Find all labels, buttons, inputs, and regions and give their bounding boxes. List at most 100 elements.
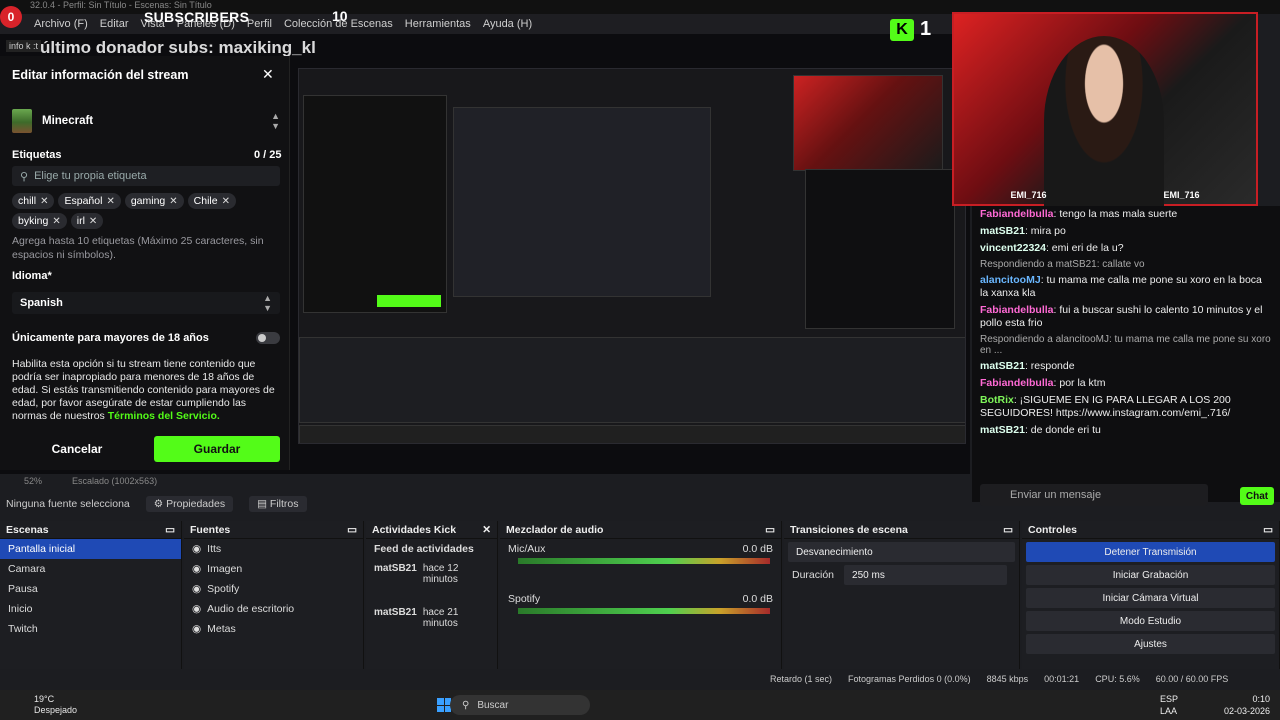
close-icon[interactable]: ✕ xyxy=(482,524,491,536)
clock-time: 0:10 xyxy=(1252,694,1271,704)
scene-item[interactable]: Camara xyxy=(0,559,181,579)
source-item[interactable]: ◉ Imagen xyxy=(184,559,363,579)
chat-username[interactable]: matSB21 xyxy=(980,225,1025,237)
scenes-title: Escenas ▭ xyxy=(0,521,181,539)
chat-username[interactable]: Fabiandelbulla xyxy=(980,208,1054,220)
language-layout: LAA xyxy=(1160,706,1178,716)
language-indicator[interactable]: ESP LAA xyxy=(1160,693,1178,717)
duration-label: Duración xyxy=(792,569,835,581)
adult-toggle[interactable] xyxy=(256,332,280,344)
scene-item[interactable]: Pausa xyxy=(0,579,181,599)
scene-item[interactable]: Pantalla inicial xyxy=(0,539,181,559)
transition-select[interactable]: Desvanecimiento xyxy=(788,542,1015,562)
controls-title-text: Controles xyxy=(1028,524,1078,536)
activity-item: matSB21 hace 12 minutos xyxy=(366,559,497,603)
virtual-camera-button[interactable]: Iniciar Cámara Virtual xyxy=(1026,588,1275,608)
camera-nametags: EMI_716 EMI_716 xyxy=(952,190,1258,204)
weather-widget[interactable]: 19°C Despejado xyxy=(0,694,77,716)
language-code: ESP xyxy=(1160,694,1179,704)
source-item[interactable]: ◉ Metas xyxy=(184,619,363,639)
close-icon[interactable]: ✕ xyxy=(262,66,274,83)
tag-chip[interactable]: Español ✕ xyxy=(58,193,121,209)
tag-text: irl xyxy=(76,215,85,227)
spotify-level-meter xyxy=(518,608,770,614)
eye-icon[interactable]: ◉ xyxy=(192,543,201,555)
weather-text: Despejado xyxy=(34,705,78,715)
chat-username[interactable]: Fabiandelbulla xyxy=(980,377,1054,389)
eye-icon[interactable]: ◉ xyxy=(192,563,201,575)
source-name: Itts xyxy=(207,543,222,555)
nested-taskbar xyxy=(299,425,965,443)
language-select[interactable]: Spanish ▲ ▼ xyxy=(12,292,280,314)
filters-button[interactable]: ▤ Filtros xyxy=(249,496,307,512)
source-item[interactable]: ◉ Spotify xyxy=(184,579,363,599)
scene-item[interactable]: Inicio xyxy=(0,599,181,619)
source-item[interactable]: ◉ Audio de escritorio xyxy=(184,599,363,619)
tag-chip[interactable]: irl ✕ xyxy=(70,213,104,229)
menu-profile[interactable]: Perfil xyxy=(247,18,272,30)
chat-username[interactable]: BotRix xyxy=(980,394,1014,406)
eye-icon[interactable]: ◉ xyxy=(192,623,201,635)
save-button[interactable]: Guardar xyxy=(154,436,280,462)
menu-help[interactable]: Ayuda (H) xyxy=(483,18,532,30)
chat-message: matSB21: responde xyxy=(972,358,1280,375)
language-label: Idioma* xyxy=(12,270,52,282)
activity-title: Actividades Kick ✕ xyxy=(366,521,497,539)
remove-tag-icon[interactable]: ✕ xyxy=(222,196,230,207)
source-name: Spotify xyxy=(207,583,240,595)
remove-tag-icon[interactable]: ✕ xyxy=(89,216,97,227)
preview-status: 52% Escalado (1002x563) xyxy=(0,474,970,488)
dialog-title: Editar información del stream xyxy=(12,68,189,82)
tag-chip[interactable]: gaming ✕ xyxy=(124,193,184,209)
transitions-dock: Transiciones de escena ▭ Desvanecimiento … xyxy=(784,521,1020,669)
tag-chip[interactable]: Chile ✕ xyxy=(187,193,236,209)
channel-name: Mic/Aux xyxy=(508,543,546,555)
start-recording-button[interactable]: Iniciar Grabación xyxy=(1026,565,1275,585)
streamer-figure xyxy=(1044,36,1164,206)
windows-start-icon[interactable] xyxy=(437,698,452,712)
activity-item: matSB21 hace 21 minutos xyxy=(366,603,497,647)
source-item[interactable]: ◉ Itts xyxy=(184,539,363,559)
zoom-level[interactable]: 52% xyxy=(24,476,42,486)
chat-username[interactable]: vincent22324 xyxy=(980,242,1046,254)
tag-search-input[interactable]: ⚲ Elige tu propia etiqueta xyxy=(12,166,280,186)
terms-link[interactable]: Términos del Servicio. xyxy=(108,410,220,422)
filters-label: Filtros xyxy=(269,498,299,510)
chat-reply: Respondiendo a alancitooMJ: tu mama me c… xyxy=(980,334,1271,356)
scale-label[interactable]: Escalado (1002x563) xyxy=(72,476,157,486)
tag-chip[interactable]: chill ✕ xyxy=(12,193,55,209)
chat-send-button[interactable]: Chat xyxy=(1240,487,1274,505)
duration-input[interactable]: 250 ms xyxy=(844,565,1007,585)
subscribers-number: 10 xyxy=(332,8,348,24)
stop-stream-button[interactable]: Detener Transmisión xyxy=(1026,542,1275,562)
chat-input[interactable]: Enviar un mensaje xyxy=(980,484,1208,506)
remove-tag-icon[interactable]: ✕ xyxy=(52,216,60,227)
audio-mixer-dock: Mezclador de audio ▭ Mic/Aux 0.0 dB Spotif… xyxy=(500,521,782,669)
chat-username[interactable]: matSB21 xyxy=(980,424,1025,436)
camera-name-left: EMI_716 xyxy=(1010,190,1047,200)
category-select[interactable]: Minecraft ▲ ▼ xyxy=(12,106,280,136)
kick-counter: K 1 xyxy=(890,18,931,41)
tags-hint: Agrega hasta 10 etiquetas (Máximo 25 car… xyxy=(12,235,264,261)
taskbar-search[interactable]: ⚲ Buscar xyxy=(450,695,590,715)
chat-reply: Respondiendo a matSB21: callate vo xyxy=(980,259,1145,270)
remove-tag-icon[interactable]: ✕ xyxy=(106,196,114,207)
chat-username[interactable]: Fabiandelbulla xyxy=(980,304,1054,316)
cancel-button[interactable]: Cancelar xyxy=(12,436,142,462)
properties-button[interactable]: ⚙ Propiedades xyxy=(145,496,234,512)
eye-icon[interactable]: ◉ xyxy=(192,603,201,615)
scene-item[interactable]: Twitch xyxy=(0,619,181,639)
clock[interactable]: 0:10 02-03-2026 xyxy=(1224,693,1270,717)
chat-username[interactable]: alancitooMJ xyxy=(980,274,1041,286)
chat-username[interactable]: matSB21 xyxy=(980,360,1025,372)
activity-time: hace 21 minutos xyxy=(422,607,459,629)
eye-icon[interactable]: ◉ xyxy=(192,583,201,595)
remove-tag-icon[interactable]: ✕ xyxy=(169,196,177,207)
chat-text: : emi eri de la u? xyxy=(1045,242,1124,254)
studio-mode-button[interactable]: Modo Estudio xyxy=(1026,611,1275,631)
menu-tools[interactable]: Herramientas xyxy=(405,18,471,30)
nested-save-button xyxy=(377,295,441,307)
tag-chip[interactable]: byking ✕ xyxy=(12,213,67,229)
remove-tag-icon[interactable]: ✕ xyxy=(40,196,48,207)
settings-button[interactable]: Ajustes xyxy=(1026,634,1275,654)
